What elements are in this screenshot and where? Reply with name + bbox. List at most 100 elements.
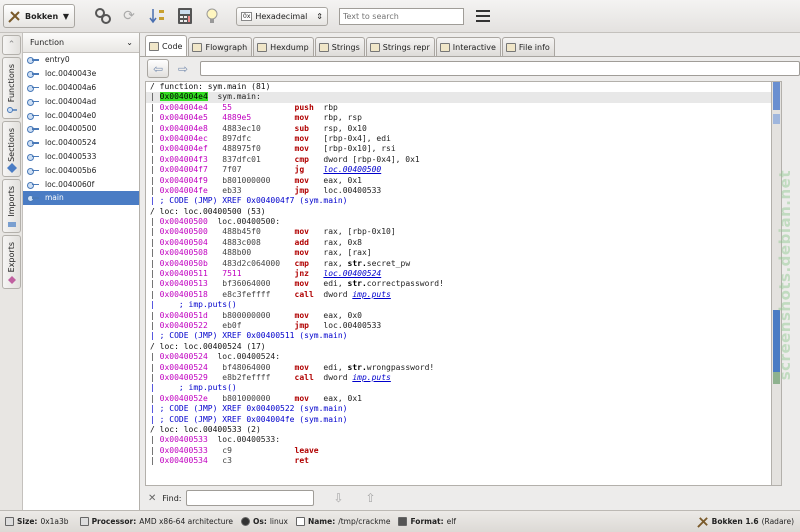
function-item[interactable]: loc.00400524 [23, 136, 139, 150]
side-tab-exports[interactable]: Exports [2, 235, 21, 289]
refresh-icon[interactable]: ⟳ [119, 6, 139, 26]
code-line[interactable]: | 0x00400534 c3 ret [146, 456, 771, 466]
code-line[interactable]: / loc: loc.00400524 (17) [146, 342, 771, 352]
side-tab-functions[interactable]: Functions [2, 57, 21, 119]
side-collapse-button[interactable]: ⌃ [2, 35, 21, 55]
find-input[interactable] [186, 490, 315, 506]
tips-bulb-icon[interactable] [202, 6, 222, 26]
code-line[interactable]: / loc: loc.00400533 (2) [146, 425, 771, 435]
code-line[interactable]: | 0x00400504 4883c008 add rax, 0x8 [146, 238, 771, 248]
code-line[interactable]: | 0x00400500 488b45f0 mov rax, [rbp-0x10… [146, 227, 771, 237]
code-link[interactable]: loc.00400500 [323, 165, 381, 174]
code-line[interactable]: | 0x0040050b 483d2c064000 cmp rax, str.s… [146, 259, 771, 269]
code-line[interactable]: | ; CODE (JMP) XREF 0x004004f7 (sym.main… [146, 196, 771, 206]
jump-down-icon[interactable] [148, 6, 168, 26]
tab-label: Code [162, 41, 183, 51]
close-icon[interactable]: ✕ [148, 493, 156, 504]
code-line[interactable]: / function: sym.main (81) [146, 82, 771, 92]
code-line[interactable]: | ; CODE (JMP) XREF 0x00400522 (sym.main… [146, 404, 771, 414]
code-line[interactable]: | 0x00400511 7511 jnz loc.00400524 [146, 269, 771, 279]
disassembly-view[interactable]: / function: sym.main (81) | 0x004004e4 sy… [145, 81, 772, 486]
code-line[interactable]: | ; CODE (JMP) XREF 0x004004fe (sym.main… [146, 415, 771, 425]
hamburger-menu-icon[interactable] [474, 8, 492, 24]
code-link[interactable]: imp.puts [352, 373, 391, 382]
display-mode-select[interactable]: 0x Hexadecimal ⇕ [236, 7, 328, 26]
mnemonic: sub [294, 123, 324, 133]
gutter: | [150, 393, 160, 403]
code-line[interactable]: | 0x00400524 bf48064000 mov edi, str.wro… [146, 363, 771, 373]
address-input[interactable] [200, 61, 800, 76]
chevron-down-icon: ▼ [62, 11, 69, 21]
tab-strings[interactable]: Strings [314, 37, 365, 56]
function-item[interactable]: main [23, 190, 139, 205]
function-item[interactable]: loc.0040043e [23, 67, 139, 81]
code-line[interactable]: | 0x00400524 loc.00400524: [146, 352, 771, 362]
function-item[interactable]: loc.004004a6 [23, 81, 139, 95]
mnemonic: jmp [294, 320, 324, 330]
function-item[interactable]: loc.0040060f [23, 177, 139, 191]
function-item[interactable]: loc.004004ad [23, 94, 139, 108]
function-item[interactable]: loc.00400500 [23, 122, 139, 136]
search-input[interactable] [339, 8, 464, 25]
code-link[interactable]: imp.puts [352, 290, 391, 299]
address: 0x004004ec [159, 133, 208, 143]
app-menu-button[interactable]: Bokken ▼ [3, 4, 75, 28]
tab-file-info[interactable]: File info [501, 37, 555, 56]
address: 0x00400533 [159, 445, 208, 455]
code-line[interactable]: | ; imp.puts() [146, 300, 771, 310]
tab-strings-repr[interactable]: Strings repr [365, 37, 435, 56]
tab-hexdump[interactable]: Hexdump [253, 37, 314, 56]
operand-string: correctpassword! [366, 279, 444, 289]
calculator-icon[interactable] [175, 6, 195, 26]
side-tab-label: Sections [7, 128, 16, 162]
address: 0x0040051d [159, 310, 208, 320]
function-item[interactable]: loc.00400533 [23, 150, 139, 164]
code-link[interactable]: loc.00400524 [323, 269, 381, 278]
watermark: screenshots.debian.net [775, 150, 795, 400]
code-line[interactable]: | 0x004004f3 837dfc01 cmp dword [rbp-0x4… [146, 155, 771, 165]
code-line[interactable]: | 0x004004e4 sym.main: [146, 92, 771, 103]
find-previous-button[interactable]: ⇧ [360, 489, 380, 507]
function-list-header[interactable]: Function ⌄ [23, 33, 139, 53]
code-line[interactable]: | ; CODE (JMP) XREF 0x00400511 (sym.main… [146, 331, 771, 341]
address: 0x00400513 [159, 279, 208, 289]
code-line[interactable]: | 0x00400533 loc.00400533: [146, 435, 771, 445]
code-line[interactable]: | 0x0040052e b801000000 mov eax, 0x1 [146, 394, 771, 404]
code-line[interactable]: | 0x004004e4 55 push rbp [146, 103, 771, 113]
code-line[interactable]: | 0x00400533 c9 leave [146, 446, 771, 456]
code-line[interactable]: | ; imp.puts() [146, 383, 771, 393]
tab-interactive[interactable]: Interactive [435, 37, 501, 56]
forward-button[interactable]: ⇨ [172, 59, 194, 78]
code-line[interactable]: | 0x004004e8 4883ec10 sub rsp, 0x10 [146, 124, 771, 134]
address: 0x0040052e [159, 393, 208, 403]
code-line[interactable]: | 0x004004ec 897dfc mov [rbp-0x4], edi [146, 134, 771, 144]
tab-code[interactable]: Code [145, 35, 188, 56]
analyze-icon[interactable] [93, 6, 113, 26]
tab-flowgraph[interactable]: Flowgraph [188, 37, 253, 56]
code-line[interactable]: | 0x004004f9 b801000000 mov eax, 0x1 [146, 176, 771, 186]
code-line[interactable]: | 0x00400522 eb0f jmp loc.00400533 [146, 321, 771, 331]
back-button[interactable]: ⇦ [147, 59, 169, 78]
mode-prefix-icon: 0x [241, 12, 253, 21]
code-line[interactable]: | 0x004004f7 7f07 jg loc.00400500 [146, 165, 771, 175]
function-item[interactable]: loc.004004e0 [23, 108, 139, 122]
code-line[interactable]: | 0x00400518 e8c3feffff call dword imp.p… [146, 290, 771, 300]
code-line[interactable]: | 0x004004ef 488975f0 mov [rbp-0x10], rs… [146, 144, 771, 154]
find-next-button[interactable]: ⇩ [328, 489, 348, 507]
code-line[interactable]: | 0x0040051d b800000000 mov eax, 0x0 [146, 311, 771, 321]
section-header: / loc: loc.00400533 (2) [150, 424, 261, 434]
function-item[interactable]: entry0 [23, 53, 139, 67]
code-line[interactable]: | 0x004004fe eb33 jmp loc.00400533 [146, 186, 771, 196]
code-line[interactable]: | 0x00400500 loc.00400500: [146, 217, 771, 227]
side-tab-imports[interactable]: Imports [2, 179, 21, 233]
code-line[interactable]: | 0x00400508 488b00 mov rax, [rax] [146, 248, 771, 258]
code-line[interactable]: | 0x00400529 e8b2feffff call dword imp.p… [146, 373, 771, 383]
penguin-icon [241, 517, 250, 526]
code-line[interactable]: | 0x00400513 bf36064000 mov edi, str.cor… [146, 279, 771, 289]
code-line[interactable]: | 0x004004e5 4889e5 mov rbp, rsp [146, 113, 771, 123]
side-tab-sections[interactable]: Sections [2, 121, 21, 177]
mnemonic: mov [294, 393, 324, 403]
code-line[interactable]: / loc: loc.00400500 (53) [146, 207, 771, 217]
function-name: loc.004005b6 [45, 165, 97, 175]
function-item[interactable]: loc.004005b6 [23, 163, 139, 177]
